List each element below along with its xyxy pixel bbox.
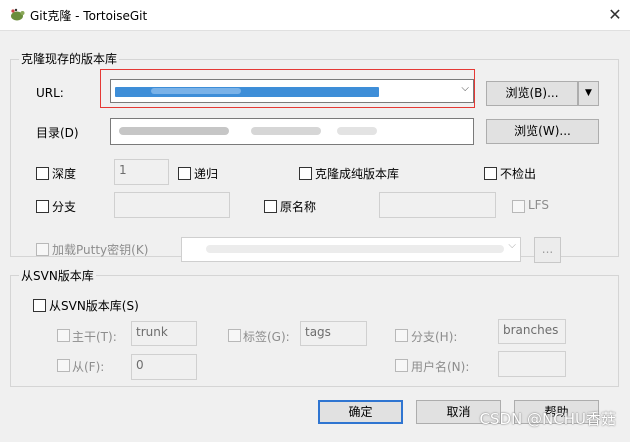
lfs-checkbox[interactable] [512, 200, 525, 213]
branch-checkbox[interactable] [36, 200, 49, 213]
from-revision-label: 从(F): [72, 360, 105, 374]
bare-label: 克隆成纯版本库 [315, 167, 400, 181]
putty-key-label: 加载Putty密钥(K) [52, 243, 149, 257]
branch-label: 分支 [52, 200, 77, 214]
trunk-checkbox[interactable] [57, 329, 70, 342]
url-label: URL: [36, 86, 64, 100]
tags-label: 标签(G): [243, 330, 290, 344]
recursive-label: 递归 [194, 167, 219, 181]
title-bar: Git克隆 - TortoiseGit ✕ [0, 0, 630, 30]
depth-checkbox[interactable] [36, 167, 49, 180]
window-title: Git克隆 - TortoiseGit [30, 9, 148, 23]
from-revision-input[interactable]: 0 [131, 354, 197, 380]
trunk-input[interactable]: trunk [131, 321, 197, 346]
branch-input[interactable] [114, 192, 230, 218]
trunk-label: 主干(T): [72, 330, 117, 344]
username-checkbox[interactable] [395, 359, 408, 372]
directory-redacted [119, 127, 229, 135]
directory-redacted-3 [337, 127, 377, 135]
browse-url-dropdown[interactable]: ▼ [578, 81, 599, 106]
dropdown-arrow-icon: ▼ [585, 88, 592, 98]
branches-label: 分支(H): [411, 330, 458, 344]
putty-key-combobox[interactable]: ⌵ [181, 237, 521, 262]
bare-checkbox[interactable] [299, 167, 312, 180]
dialog-body: 克隆现存的版本库 URL: ⌵ 浏览(B)... ▼ 目录(D) 浏览(W)..… [0, 30, 630, 442]
tortoisegit-app-icon [9, 8, 25, 22]
directory-input[interactable] [110, 118, 474, 145]
username-input[interactable] [498, 351, 566, 377]
origin-name-checkbox[interactable] [264, 200, 277, 213]
from-svn-checkbox[interactable] [33, 299, 46, 312]
red-highlight-box [100, 69, 475, 108]
watermark: CSDN @NCHU香菇 [479, 410, 617, 428]
depth-label: 深度 [52, 167, 77, 181]
putty-key-redacted [206, 245, 504, 253]
branches-checkbox[interactable] [395, 329, 408, 342]
recursive-checkbox[interactable] [178, 167, 191, 180]
browse-directory-button[interactable]: 浏览(W)... [486, 119, 599, 144]
browse-url-button[interactable]: 浏览(B)... [486, 81, 578, 106]
ok-button[interactable]: 确定 [318, 400, 403, 424]
lfs-label: LFS [528, 198, 549, 212]
directory-redacted-2 [251, 127, 321, 135]
origin-name-input[interactable] [379, 192, 496, 218]
from-revision-checkbox[interactable] [57, 359, 70, 372]
no-checkout-checkbox[interactable] [484, 167, 497, 180]
origin-name-label: 原名称 [280, 200, 317, 214]
depth-input[interactable]: 1 [114, 159, 169, 185]
branches-input[interactable]: branches [498, 319, 566, 344]
putty-browse-button[interactable]: ... [534, 237, 561, 263]
directory-label: 目录(D) [36, 126, 79, 140]
svn-group-title: 从SVN版本库 [19, 267, 96, 284]
putty-key-checkbox[interactable] [36, 243, 49, 256]
close-icon[interactable]: ✕ [600, 0, 630, 30]
tags-input[interactable]: tags [300, 321, 367, 346]
chevron-down-icon[interactable]: ⌵ [508, 240, 516, 251]
tags-checkbox[interactable] [228, 329, 241, 342]
from-svn-label: 从SVN版本库(S) [49, 299, 139, 313]
no-checkout-label: 不检出 [500, 167, 537, 181]
clone-group-title: 克隆现存的版本库 [19, 50, 120, 67]
username-label: 用户名(N): [411, 360, 470, 374]
